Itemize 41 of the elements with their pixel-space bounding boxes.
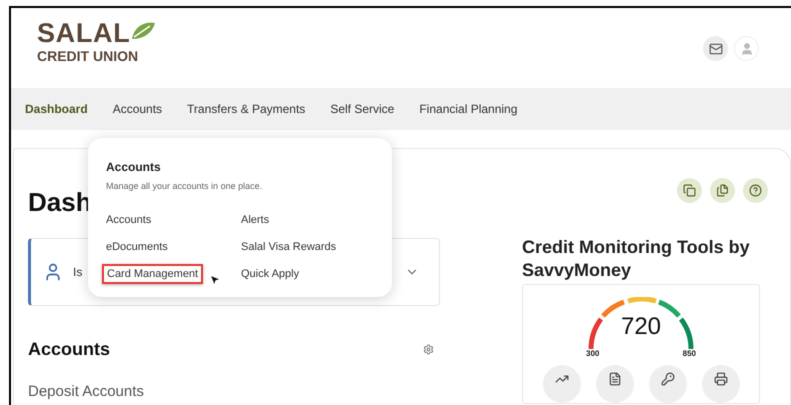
copy-button[interactable]	[677, 178, 702, 203]
nav-tab[interactable]: Transfers & Payments	[187, 100, 306, 118]
help-icon	[749, 184, 762, 197]
logo-name: SALAL	[37, 20, 130, 47]
settings-icon[interactable]	[423, 344, 434, 355]
notice-text: Is	[73, 264, 82, 281]
printer-icon	[714, 372, 728, 386]
menu-link[interactable]: Accounts	[106, 212, 152, 228]
cursor-icon	[208, 273, 222, 287]
documents-icon	[716, 184, 729, 197]
group-label: Deposit Accounts	[28, 382, 145, 402]
key-icon	[660, 372, 674, 386]
user-icon	[740, 42, 754, 56]
score-max: 850	[682, 348, 696, 360]
mail-icon	[708, 42, 722, 56]
nav-tab[interactable]: Accounts	[112, 100, 162, 118]
print-button[interactable]	[702, 365, 740, 403]
nav-tab[interactable]: Dashboard	[25, 100, 88, 118]
logo-subtitle: CREDIT UNION	[37, 49, 140, 63]
credit-score: 720	[620, 313, 662, 341]
leaf-icon	[130, 21, 156, 41]
document-icon	[608, 372, 622, 386]
menu-link[interactable]: Card Management	[102, 264, 204, 284]
help-button[interactable]	[743, 178, 768, 203]
nav-tab[interactable]: Self Service	[330, 100, 394, 118]
credit-title: Credit Monitoring Tools by SavvyMoney	[522, 236, 751, 282]
menu-link[interactable]: Salal Visa Rewards	[241, 238, 336, 254]
menu-description: Manage all your accounts in one place.	[106, 180, 264, 193]
menu-link[interactable]: Alerts	[241, 212, 270, 228]
section-title: Accounts	[28, 338, 110, 361]
menu-link[interactable]: Quick Apply	[241, 266, 300, 282]
copy-icon	[683, 184, 696, 197]
mail-button[interactable]	[703, 36, 728, 61]
menu-title: Accounts	[106, 159, 162, 176]
key-button[interactable]	[648, 365, 686, 403]
menu-link[interactable]: eDocuments	[106, 238, 168, 254]
page-title: Dash	[28, 186, 92, 219]
report-button[interactable]	[596, 365, 634, 403]
documents-button[interactable]	[710, 178, 735, 203]
nav-tab[interactable]: Financial Planning	[419, 100, 518, 118]
score-min: 300	[586, 348, 600, 360]
